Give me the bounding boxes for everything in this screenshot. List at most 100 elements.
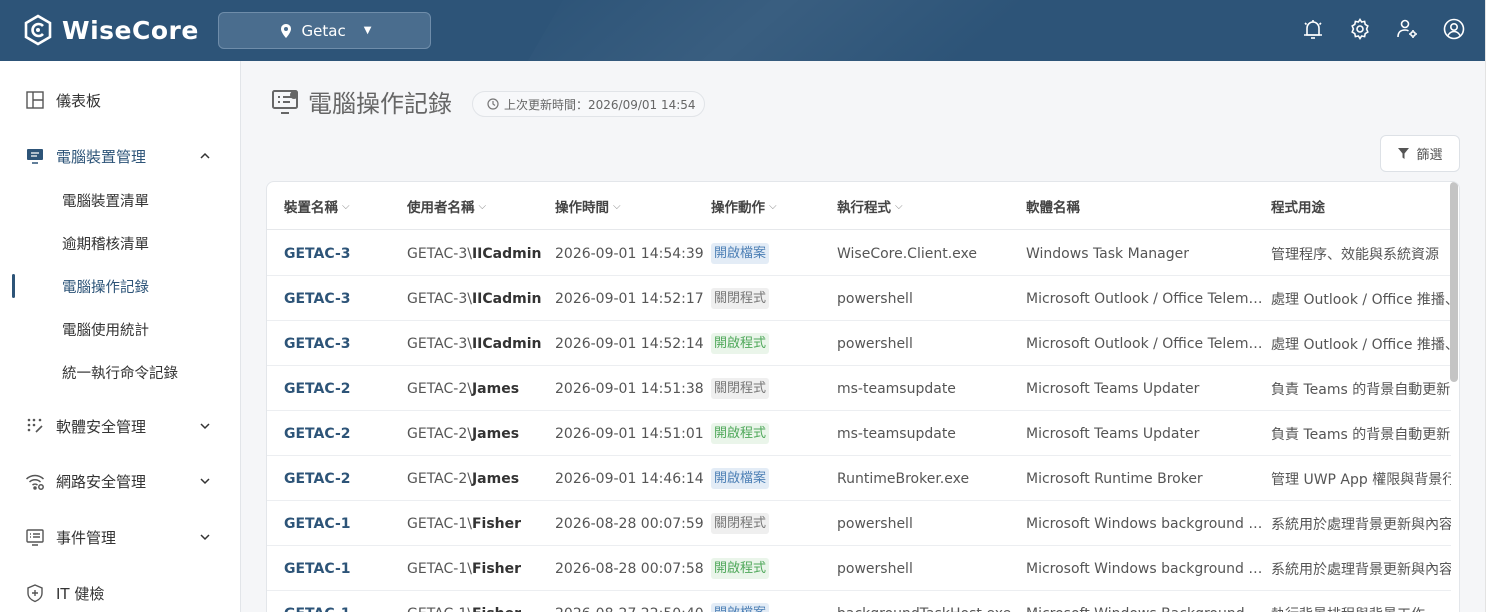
action-badge: 關閉程式: [711, 513, 770, 534]
column-header-device[interactable]: 裝置名稱 ⌵: [284, 182, 350, 230]
wisecore-logo[interactable]: WiseCore: [22, 14, 199, 46]
wisecore-logo-icon: [24, 14, 52, 46]
user-settings-icon[interactable]: [1395, 17, 1419, 41]
sidebar-item-dashboard[interactable]: 儀表板: [0, 80, 241, 120]
table-row[interactable]: GETAC-2 GETAC-2\ James 2026-09-01 14:46:14 開…: [267, 456, 1451, 501]
filter-button[interactable]: 篩選: [1380, 135, 1460, 172]
table-row[interactable]: GETAC-3 GETAC-3\ IICadmin 2026-09-01 14:52:…: [267, 321, 1451, 366]
user-name: James: [471, 425, 520, 442]
sidebar-item-it-checkup[interactable]: IT 健檢: [0, 573, 241, 612]
cell-user: GETAC-1\Fisher: [407, 591, 552, 612]
logo-text: WiseCore: [62, 15, 199, 45]
cell-user: GETAC-3\ IICadmin: [407, 276, 552, 321]
user-domain-prefix: GETAC-1\: [407, 560, 472, 577]
account-icon[interactable]: [1442, 17, 1466, 41]
cell-action: 開啟程式: [711, 411, 831, 456]
chevron-down-icon[interactable]: [198, 530, 212, 544]
cell-time: 2026-09-01 14:52:14: [555, 335, 704, 352]
sidebar-subitem-overdue-audit[interactable]: 逾期稽核清單: [0, 225, 241, 261]
cell-device[interactable]: GETAC-3: [284, 276, 402, 321]
cell-software: Windows Task Manager: [1026, 245, 1189, 262]
cell-software: Microsoft Windows background …: [1026, 515, 1263, 532]
column-header-user[interactable]: 使用者名稱 ⌵: [407, 182, 486, 230]
clock-icon: [487, 98, 499, 110]
sidebar-subitem-device-list[interactable]: 電腦裝置清單: [0, 182, 241, 218]
cell-software: Microsoft Outlook / Office Telem…: [1026, 290, 1263, 307]
cell-device[interactable]: GETAC-3: [284, 231, 402, 276]
operation-log-icon: [272, 89, 298, 114]
table-row[interactable]: GETAC-1 GETAC-1\ Fisher 2026-08-28 00:07:58…: [267, 546, 1451, 591]
action-badge: 開啟程式: [711, 558, 770, 579]
cell-action: 關閉程式: [711, 276, 831, 321]
table-row[interactable]: GETAC-3 GETAC-3\ IICadmin 2026-09-01 14:54:…: [267, 231, 1451, 276]
sidebar-item-event-management[interactable]: 事件管理: [0, 517, 241, 557]
cell-time: 2026-09-01 14:51:01: [555, 425, 704, 442]
chevron-up-icon[interactable]: [198, 149, 212, 163]
sidebar-item-computer-management[interactable]: 電腦裝置管理: [0, 136, 241, 176]
sidebar-item-label: 儀表板: [56, 91, 102, 110]
cell-device[interactable]: GETAC-2: [284, 411, 402, 456]
action-badge: 開啟程式: [711, 333, 770, 354]
table-row[interactable]: GETAC-2 GETAC-2\ James 2026-09-01 14:51:38 關…: [267, 366, 1451, 411]
user-name: James: [471, 380, 520, 397]
cell-user: GETAC-3\ IICadmin: [407, 231, 552, 276]
sidebar-subitem-operation-log[interactable]: 電腦操作記錄: [0, 268, 241, 304]
chevron-down-icon[interactable]: [198, 419, 212, 433]
sidebar-item-network-security[interactable]: 網路安全管理: [0, 461, 241, 501]
cell-device[interactable]: GETAC-1: [284, 546, 402, 591]
table-scrollbar[interactable]: [1450, 182, 1458, 382]
column-header-action[interactable]: 操作動作 ⌵: [711, 182, 777, 230]
cell-device[interactable]: GETAC-2: [284, 366, 402, 411]
column-header-time[interactable]: 操作時間 ⌵: [555, 182, 621, 230]
location-pin-icon: [280, 23, 291, 38]
cell-purpose: 負責 Teams 的背景自動更新: [1271, 381, 1451, 398]
table-row[interactable]: GETAC-2 GETAC-2\ James 2026-09-01 14:51:01 開…: [267, 411, 1451, 456]
table-row[interactable]: GETAC-1GETAC-1\Fisher2026-08-27 22:50:40…: [267, 591, 1451, 612]
cell-time: 2026-09-01 14:46:14: [555, 470, 704, 487]
cell-device[interactable]: GETAC-3: [284, 321, 402, 366]
sidebar-subitem-label: 電腦操作記錄: [62, 279, 149, 296]
sidebar-item-software-security[interactable]: 軟體安全管理: [0, 406, 241, 446]
operation-log-table: 裝置名稱 ⌵ 使用者名稱 ⌵ 操作時間 ⌵ 操作動作 ⌵ 執行程式 ⌵ 軟體名稱 程式用途…: [266, 181, 1460, 612]
cell-software: Microsoft Teams Updater: [1026, 425, 1200, 442]
column-header-program[interactable]: 執行程式 ⌵: [837, 182, 903, 230]
last-updated-badge: 上次更新時間：2026/09/01 14:54: [472, 91, 705, 117]
cell-user: GETAC-2\ James: [407, 456, 552, 501]
sidebar-subitem-label: 電腦裝置清單: [62, 193, 149, 210]
page-scrollbar[interactable]: [1485, 0, 1500, 612]
cell-program: backgroundTaskHost.exe: [837, 591, 1022, 612]
user-name: IICadmin: [471, 245, 542, 262]
cell-purpose: 負責 Teams 的背景自動更新: [1271, 426, 1451, 443]
table-row[interactable]: GETAC-3 GETAC-3\ IICadmin 2026-09-01 14:52:…: [267, 276, 1451, 321]
alarm-bell-icon[interactable]: [1301, 17, 1325, 41]
cell-purpose: 系統用於處理背景更新與內容下: [1271, 561, 1451, 578]
chevron-down-icon[interactable]: [198, 474, 212, 488]
cell-program: powershell: [837, 560, 913, 577]
cell-time: 2026-09-01 14:51:38: [555, 380, 704, 397]
site-selector[interactable]: Getac ▼: [218, 12, 431, 49]
table-header: 裝置名稱 ⌵ 使用者名稱 ⌵ 操作時間 ⌵ 操作動作 ⌵ 執行程式 ⌵ 軟體名稱 程式用途: [267, 182, 1451, 230]
sidebar-subitem-command-log[interactable]: 統一執行命令記錄: [0, 354, 241, 390]
cell-device[interactable]: GETAC-2: [284, 456, 402, 501]
action-badge: 關閉程式: [711, 288, 770, 309]
column-header-label: 程式用途: [1271, 200, 1325, 216]
cell-device[interactable]: GETAC-1: [284, 501, 402, 546]
sidebar-item-label: 網路安全管理: [56, 472, 147, 491]
cell-device[interactable]: GETAC-1: [284, 591, 402, 612]
action-badge: 開啟程式: [711, 423, 770, 444]
sidebar-subitem-usage-stats[interactable]: 電腦使用統計: [0, 311, 241, 347]
action-badge: 開啟檔案: [711, 603, 770, 612]
cell-user: GETAC-2\ James: [407, 411, 552, 456]
sidebar-item-label: IT 健檢: [56, 584, 105, 603]
cell-user: GETAC-3\ IICadmin: [407, 321, 552, 366]
gear-icon[interactable]: [1348, 17, 1372, 41]
cell-time: 2026-09-01 14:52:17: [555, 290, 704, 307]
user-name: James: [471, 470, 520, 487]
cell-program: powershell: [837, 290, 913, 307]
table-row[interactable]: GETAC-1 GETAC-1\ Fisher 2026-08-28 00:07:59…: [267, 501, 1451, 546]
column-header-label: 操作時間: [555, 200, 609, 216]
cell-action: 開啟檔案: [711, 231, 831, 276]
cell-purpose: 管理 UWP App 權限與背景行為: [1271, 471, 1451, 488]
column-header-label: 軟體名稱: [1026, 200, 1080, 216]
shield-plus-icon: [25, 583, 45, 603]
